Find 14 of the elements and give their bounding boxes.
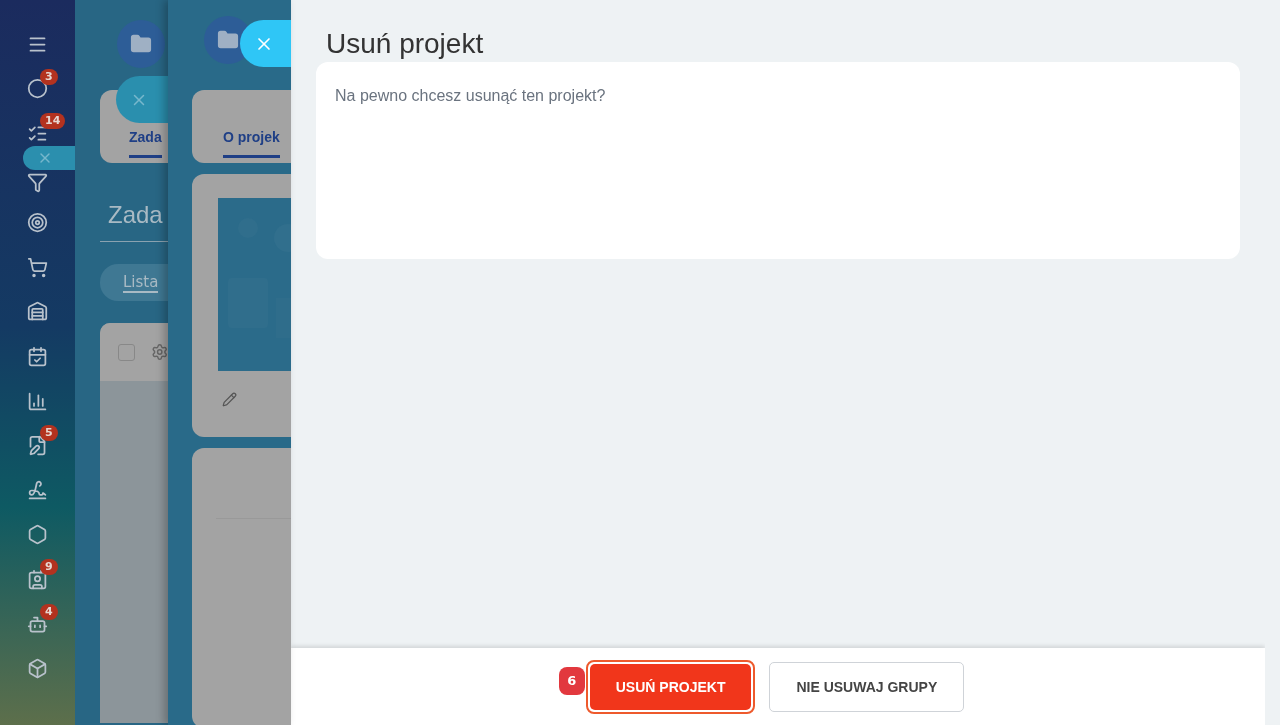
count-badge: 5	[40, 425, 58, 442]
view-tab[interactable]: Lista	[123, 272, 159, 293]
tab[interactable]: Zada	[129, 129, 162, 158]
count-badge: 3	[40, 68, 58, 85]
count-badge: 4	[40, 603, 58, 620]
dialog-title: Usuń projekt	[325, 27, 485, 61]
count-badge: 14	[40, 113, 66, 130]
confirmation-message: Na pewno chcesz usunąć ten projekt?	[335, 87, 607, 105]
page-heading: Zada	[108, 201, 164, 229]
step-marker: 6	[558, 666, 585, 695]
cancel-button[interactable]: NIE USUWAJ GRUPY	[769, 661, 965, 712]
count-badge: 9	[40, 559, 58, 576]
tab[interactable]: O projek	[223, 129, 280, 158]
delete-button[interactable]: USUŃ PROJEKT	[589, 663, 752, 710]
